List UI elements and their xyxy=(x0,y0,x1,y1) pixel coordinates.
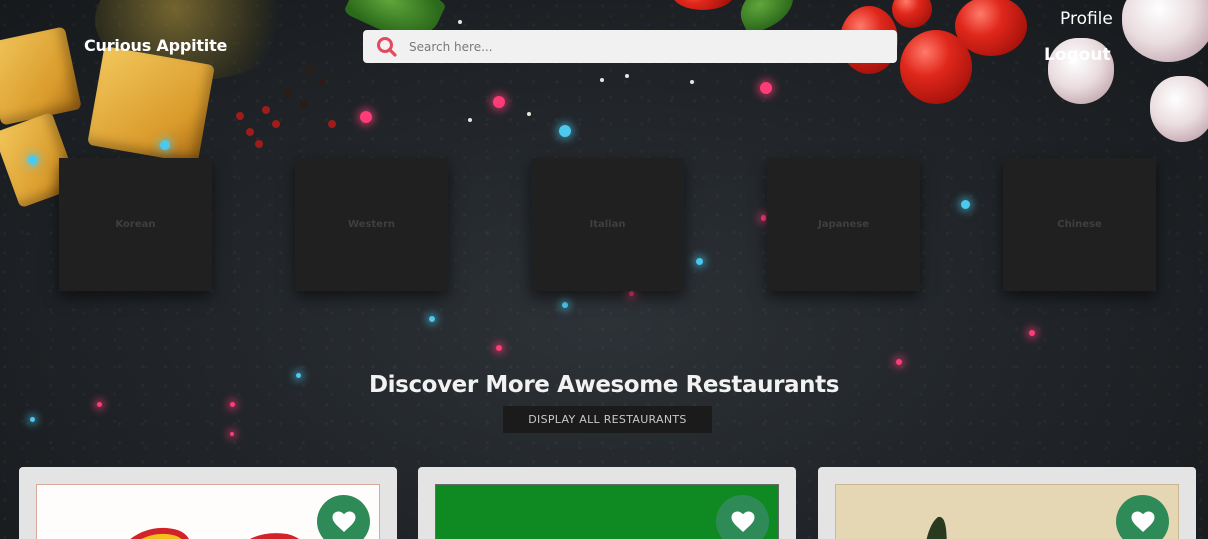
discover-heading: Discover More Awesome Restaurants xyxy=(368,372,839,398)
favorite-button[interactable] xyxy=(716,495,769,539)
particle-decoration xyxy=(429,316,435,322)
salt-decoration xyxy=(625,74,629,78)
cuisine-label: Korean xyxy=(115,219,156,230)
particle-decoration xyxy=(496,345,502,351)
particle-decoration xyxy=(493,96,505,108)
peppercorn-decoration xyxy=(262,106,270,114)
salt-decoration xyxy=(690,80,694,84)
salt-decoration xyxy=(527,112,531,116)
peppercorn-decoration xyxy=(318,78,326,86)
search-input[interactable] xyxy=(407,38,881,55)
cuisine-label: Western xyxy=(347,219,396,230)
cuisine-tile-japanese[interactable]: Japanese xyxy=(767,158,920,291)
search-icon[interactable] xyxy=(376,36,398,58)
particle-decoration xyxy=(562,302,568,308)
restaurant-card[interactable] xyxy=(418,467,796,539)
salt-decoration xyxy=(468,118,472,122)
tomato-decoration xyxy=(672,0,734,10)
cuisine-label: Italian xyxy=(589,219,626,230)
cheese-decoration xyxy=(0,26,82,126)
tomato-decoration xyxy=(892,0,932,28)
page: Curious Appitite Profile Logout Korean W… xyxy=(0,0,1208,539)
particle-decoration xyxy=(629,291,634,296)
particle-decoration xyxy=(1029,330,1035,336)
restaurant-card[interactable] xyxy=(818,467,1196,539)
peppercorn-decoration xyxy=(246,128,254,136)
particle-decoration xyxy=(760,82,772,94)
particle-decoration xyxy=(696,258,703,265)
particle-decoration xyxy=(28,155,38,165)
cuisine-tile-chinese[interactable]: Chinese xyxy=(1003,158,1156,291)
peppercorn-decoration xyxy=(328,120,336,128)
particle-decoration xyxy=(559,125,571,137)
profile-link[interactable]: Profile xyxy=(1060,9,1113,29)
tomato-decoration xyxy=(900,30,972,104)
heart-icon xyxy=(1131,511,1154,532)
favorite-button[interactable] xyxy=(317,495,370,539)
cuisine-label: Chinese xyxy=(1057,219,1102,230)
display-all-restaurants-button[interactable]: DISPLAY ALL RESTAURANTS xyxy=(503,406,712,433)
peppercorn-decoration xyxy=(236,112,244,120)
peppercorn-decoration xyxy=(306,66,314,74)
particle-decoration xyxy=(230,402,235,407)
peppercorn-decoration xyxy=(300,100,308,108)
particle-decoration xyxy=(230,432,234,436)
restaurant-card[interactable] xyxy=(19,467,397,539)
peppercorn-decoration xyxy=(272,120,280,128)
particle-decoration xyxy=(896,359,902,365)
salt-decoration xyxy=(458,20,462,24)
cheese-decoration xyxy=(87,46,215,164)
cuisine-tile-korean[interactable]: Korean xyxy=(59,158,212,291)
cuisine-tile-italian[interactable]: Italian xyxy=(531,158,684,291)
peppercorn-decoration xyxy=(284,90,292,98)
garlic-decoration xyxy=(1122,0,1208,62)
logout-link[interactable]: Logout xyxy=(1044,45,1111,65)
search-bar[interactable] xyxy=(363,30,897,63)
cuisine-label: Japanese xyxy=(817,219,869,230)
salt-decoration xyxy=(600,78,604,82)
particle-decoration xyxy=(761,215,766,221)
particle-decoration xyxy=(97,402,102,407)
brand-logo[interactable]: Curious Appitite xyxy=(84,36,227,55)
garlic-decoration xyxy=(1150,76,1208,142)
particle-decoration xyxy=(160,140,170,150)
particle-decoration xyxy=(961,200,970,209)
heart-icon xyxy=(731,511,754,532)
tomato-decoration xyxy=(955,0,1027,56)
heart-icon xyxy=(332,511,355,532)
particle-decoration xyxy=(30,417,35,422)
cuisine-tile-western[interactable]: Western xyxy=(295,158,448,291)
particle-decoration xyxy=(360,111,372,123)
peppercorn-decoration xyxy=(255,140,263,148)
favorite-button[interactable] xyxy=(1116,495,1169,539)
